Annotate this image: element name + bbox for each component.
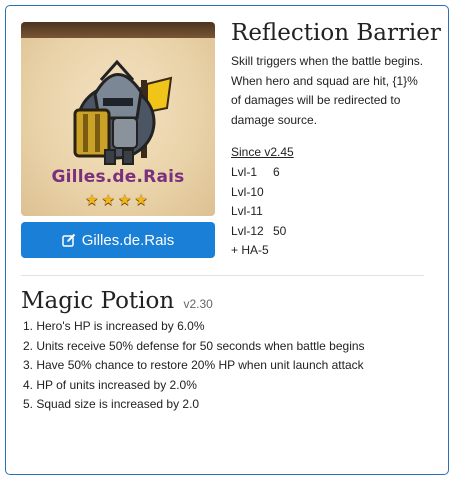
skill-level-row: Lvl-11 [231,202,286,222]
hero-button-label: Gilles.de.Rais [81,231,175,249]
hero-name-label: Gilles.de.Rais [51,167,185,187]
level-label: Lvl-12 [231,223,264,238]
level-label: + HA-5 [231,243,269,257]
skill-level-row: + HA-5 [231,241,286,261]
section-divider [21,275,424,276]
potion-effect-item: 5. Squad size is increased by 2.0 [23,397,200,411]
level-label: Lvl-11 [231,204,263,218]
skill-level-row: Lvl-10 [231,183,286,203]
level-value: 50 [273,223,287,238]
star-rating: ★★★★ [85,192,151,209]
potion-effect-list: 1. Hero's HP is increased by 6.0% 2. Uni… [23,317,365,415]
hero-portrait: Gilles.de.Rais ★★★★ [21,22,215,216]
level-label: Lvl-1 [231,165,258,179]
level-label: Lvl-10 [231,184,264,199]
level-value: 6 [273,165,280,179]
hero-link-button[interactable]: Gilles.de.Rais [21,222,215,258]
skill-level-list: Lvl-1 6 Lvl-10 Lvl-11 Lvl-12 50 + HA-5 [231,163,286,261]
skill-since-version: Since v2.45 [231,145,294,159]
potion-title-text: Magic Potion [21,288,175,314]
skill-level-row: Lvl-12 50 [231,222,286,242]
potion-effect-item: 2. Units receive 50% defense for 50 seco… [23,338,365,353]
potion-effect-item: 3. Have 50% chance to restore 20% HP whe… [23,358,364,372]
potion-title: Magic Potion v2.30 [21,288,213,314]
skill-title: Reflection Barrier [231,20,441,46]
potion-version: v2.30 [183,297,213,311]
potion-effect-item: 4. HP of units increased by 2.0% [23,377,197,392]
skill-description: Skill triggers when the battle begins. W… [231,54,424,127]
skill-level-row: Lvl-1 6 [231,163,286,183]
edit-icon [61,233,76,247]
potion-effect-item: 1. Hero's HP is increased by 6.0% [23,319,205,333]
